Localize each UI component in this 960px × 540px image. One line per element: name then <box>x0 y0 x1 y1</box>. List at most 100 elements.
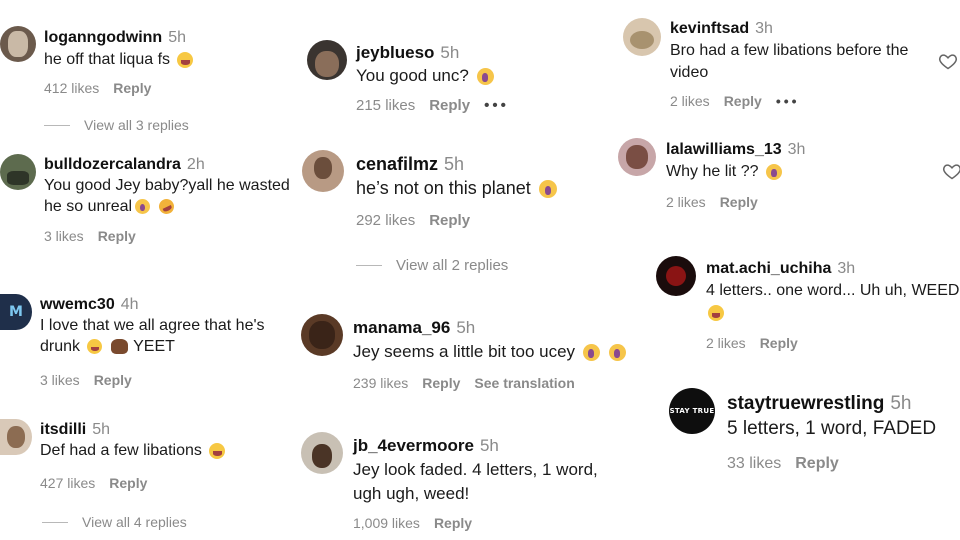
divider <box>42 521 68 523</box>
likes-count[interactable]: 1,009 likes <box>353 515 420 531</box>
username[interactable]: staytruewrestling <box>727 393 884 414</box>
avatar-image <box>626 145 648 169</box>
timestamp: 5h <box>440 43 460 62</box>
likes-count[interactable]: 33 likes <box>727 455 781 472</box>
laughing-emoji-icon <box>87 339 103 355</box>
username[interactable]: wwemc30 <box>40 296 115 313</box>
crying-emoji-icon <box>538 180 557 199</box>
crying-emoji-icon <box>135 199 151 215</box>
username[interactable]: jeyblueso <box>356 43 434 62</box>
comment-text: Def had a few libations <box>40 442 202 459</box>
avatar[interactable] <box>618 138 656 176</box>
heart-icon[interactable] <box>938 51 958 71</box>
avatar[interactable] <box>301 314 343 356</box>
timestamp: 3h <box>837 260 856 277</box>
timestamp: 5h <box>444 154 465 174</box>
avatar-image <box>8 31 28 57</box>
likes-count[interactable]: 292 likes <box>356 212 415 229</box>
likes-count[interactable]: 215 likes <box>356 97 415 114</box>
avatar-image: STAY TRUE <box>669 407 715 415</box>
comment-text: I love that we all agree that he's <box>40 317 265 334</box>
avatar-image <box>630 31 654 49</box>
avatar[interactable] <box>301 432 343 474</box>
reply-button[interactable]: Reply <box>113 80 151 96</box>
avatar-image <box>666 266 686 286</box>
avatar[interactable] <box>302 150 344 192</box>
avatar-image <box>7 426 25 448</box>
timestamp: 3h <box>787 141 806 158</box>
view-replies-label: View all 3 replies <box>84 117 189 133</box>
reply-button[interactable]: Reply <box>429 212 470 229</box>
laughing-emoji-icon <box>209 442 226 459</box>
timestamp: 5h <box>92 421 111 438</box>
comment-text: 4 letters.. one word... Uh uh, WEED <box>706 282 960 299</box>
avatar-image <box>309 321 335 349</box>
avatar[interactable] <box>0 154 36 190</box>
reply-button[interactable]: Reply <box>94 372 132 388</box>
crying-emoji-icon <box>765 163 782 180</box>
comment-text: Jey seems a little bit too ucey <box>353 342 576 361</box>
heart-icon[interactable] <box>942 161 960 181</box>
username[interactable]: cenafilmz <box>356 154 438 174</box>
avatar[interactable] <box>0 419 32 455</box>
likes-count[interactable]: 239 likes <box>353 375 408 391</box>
username[interactable]: bulldozercalandra <box>44 156 181 173</box>
reply-button[interactable]: Reply <box>429 97 470 114</box>
timestamp: 4h <box>120 296 139 313</box>
comment-text: Jey look faded. 4 letters, 1 word, <box>353 460 598 479</box>
avatar-image <box>7 171 29 185</box>
likes-count[interactable]: 3 likes <box>44 228 84 244</box>
username[interactable]: manama_96 <box>353 318 450 337</box>
reply-button[interactable]: Reply <box>720 194 758 210</box>
timestamp: 5h <box>479 436 499 455</box>
view-replies-button[interactable]: View all 3 replies <box>44 117 189 133</box>
comment-text: Why he lit ?? <box>666 163 759 180</box>
reply-button[interactable]: Reply <box>760 335 798 351</box>
likes-count[interactable]: 427 likes <box>40 475 95 491</box>
username[interactable]: kevinftsad <box>670 20 749 37</box>
view-replies-label: View all 4 replies <box>82 514 187 530</box>
divider <box>356 265 382 266</box>
comment-text: drunk <box>40 338 81 355</box>
username[interactable]: itsdilli <box>40 421 86 438</box>
username[interactable]: loganngodwinn <box>44 29 162 46</box>
likes-count[interactable]: 2 likes <box>670 93 710 109</box>
laughing-emoji-icon <box>177 51 194 68</box>
comment-text: video <box>670 64 709 81</box>
likes-count[interactable]: 2 likes <box>666 194 706 210</box>
avatar[interactable] <box>623 18 661 56</box>
reply-button[interactable]: Reply <box>422 375 460 391</box>
comment-text: he’s not on this planet <box>356 178 531 198</box>
avatar[interactable]: M <box>0 294 32 330</box>
likes-count[interactable]: 3 likes <box>40 372 80 388</box>
comment-text: You good Jey baby?yall he wasted <box>44 177 290 194</box>
reply-button[interactable]: Reply <box>795 455 839 472</box>
more-options-icon[interactable]: ••• <box>776 93 800 109</box>
timestamp: 3h <box>755 20 773 37</box>
likes-count[interactable]: 2 likes <box>706 335 746 351</box>
avatar-image <box>312 444 332 468</box>
crying-emoji-icon <box>608 344 626 362</box>
see-translation-button[interactable]: See translation <box>474 375 574 391</box>
crying-emoji-icon <box>582 344 600 362</box>
more-options-icon[interactable]: ••• <box>484 97 509 114</box>
reply-button[interactable]: Reply <box>98 228 136 244</box>
username[interactable]: jb_4evermoore <box>353 436 474 455</box>
comment-text: 5 letters, 1 word, FADED <box>727 418 937 439</box>
avatar[interactable]: STAY TRUE <box>669 388 715 434</box>
timestamp: 5h <box>890 393 912 414</box>
likes-count[interactable]: 412 likes <box>44 80 99 96</box>
comment-text: he off that liqua fs <box>44 51 171 68</box>
reply-button[interactable]: Reply <box>724 93 762 109</box>
avatar[interactable] <box>0 26 36 62</box>
comment-text: YEET <box>133 338 175 355</box>
reply-button[interactable]: Reply <box>109 475 147 491</box>
reply-button[interactable]: Reply <box>434 515 472 531</box>
username[interactable]: lalawilliams_13 <box>666 141 782 158</box>
view-replies-button[interactable]: View all 4 replies <box>42 514 187 530</box>
avatar[interactable] <box>307 40 347 80</box>
username[interactable]: mat.achi_uchiha <box>706 260 831 277</box>
timestamp: 2h <box>186 156 205 173</box>
view-replies-button[interactable]: View all 2 replies <box>356 257 508 274</box>
avatar[interactable] <box>656 256 696 296</box>
